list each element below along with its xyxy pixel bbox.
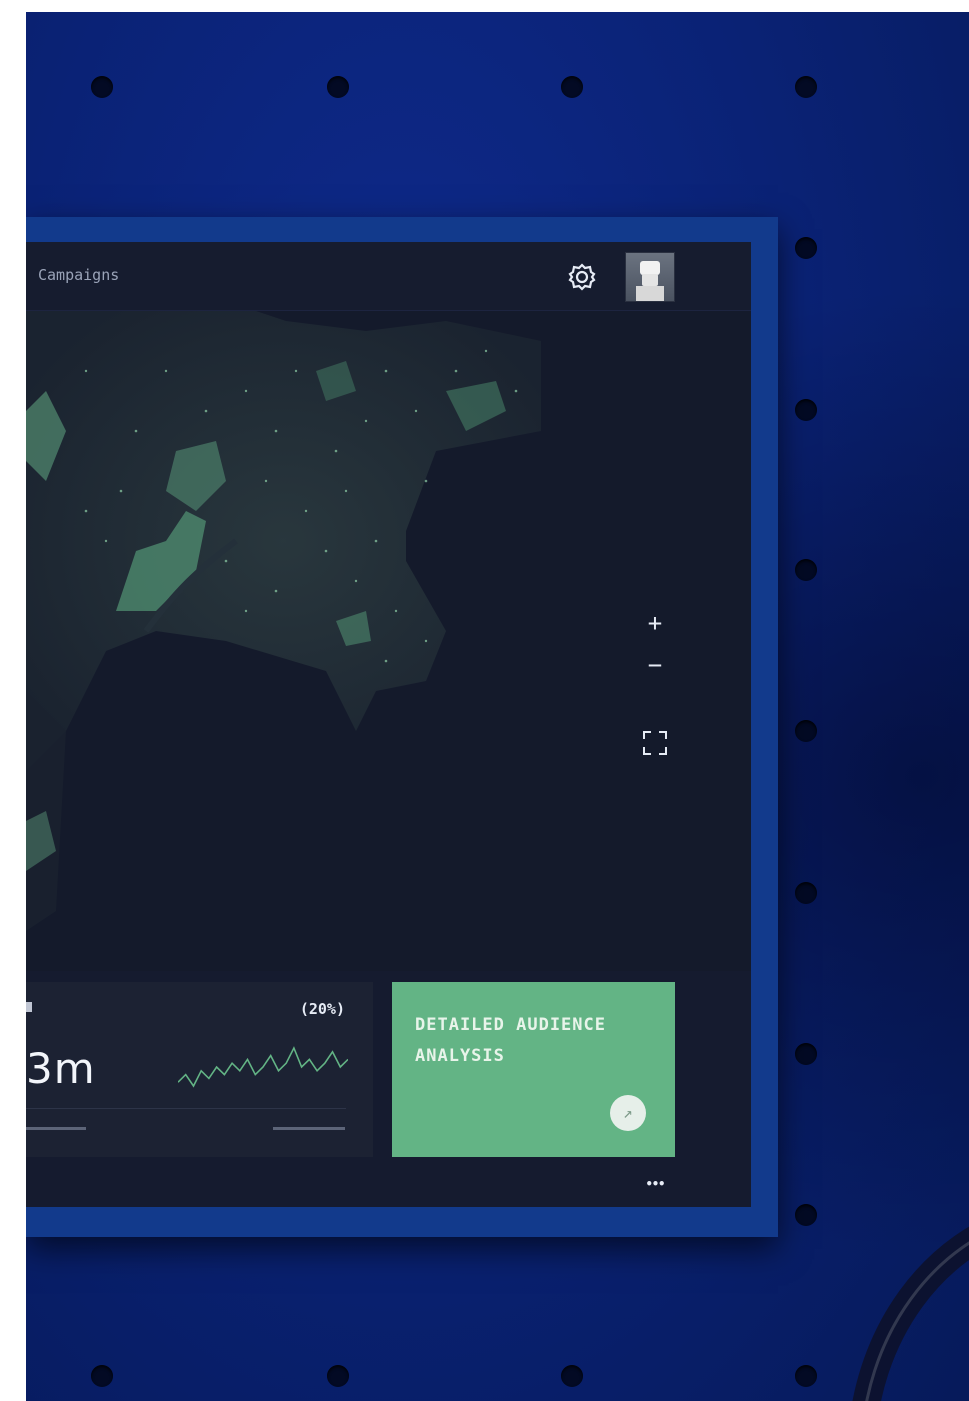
stat-percent: (20%) (299, 1000, 345, 1018)
peg-hole (327, 76, 349, 98)
audience-card-title: DETAILED AUDIENCE ANALYSIS (415, 1015, 606, 1066)
peg-hole (795, 559, 817, 581)
peg-hole (561, 76, 583, 98)
peg-hole (91, 76, 113, 98)
peg-hole (561, 1365, 583, 1387)
peg-hole (795, 237, 817, 259)
peg-hole (795, 720, 817, 742)
headset (852, 1226, 969, 1401)
more-icon[interactable]: ••• (640, 1169, 670, 1199)
avatar[interactable] (625, 252, 675, 302)
dashboard-screen: Campaigns + − ••• (20%) 3m DETAILED AUDI… (26, 242, 751, 1207)
footer-label-left (26, 1126, 86, 1134)
peg-hole (795, 1204, 817, 1226)
arrow-icon[interactable]: ↗ (610, 1095, 646, 1131)
detailed-audience-analysis-card[interactable]: DETAILED AUDIENCE ANALYSIS ↗ (392, 982, 675, 1157)
stat-value: 3m (26, 1044, 96, 1093)
zoom-in-icon[interactable]: + (640, 608, 670, 638)
top-bar: Campaigns (26, 242, 751, 311)
fullscreen-icon[interactable] (640, 728, 670, 758)
peg-hole (795, 76, 817, 98)
map-canvas (26, 311, 541, 931)
peg-hole (795, 1365, 817, 1387)
pegboard-wall: Campaigns + − ••• (20%) 3m DETAILED AUDI… (26, 12, 969, 1401)
map-view[interactable]: + − ••• (26, 311, 751, 1191)
divider (26, 1108, 346, 1109)
peg-hole (795, 399, 817, 421)
peg-hole (91, 1365, 113, 1387)
gear-icon[interactable] (567, 262, 597, 292)
peg-hole (327, 1365, 349, 1387)
zoom-out-icon[interactable]: − (640, 650, 670, 680)
peg-hole (795, 1043, 817, 1065)
peg-hole (795, 882, 817, 904)
breadcrumb-campaigns[interactable]: Campaigns (38, 266, 119, 284)
monitor-frame: Campaigns + − ••• (20%) 3m DETAILED AUDI… (26, 217, 778, 1237)
stat-label-fragment (26, 1002, 32, 1012)
sparkline-path (178, 1046, 348, 1088)
stat-card: (20%) 3m (26, 982, 373, 1157)
footer-label-right (273, 1126, 345, 1134)
trend-sparkline (178, 1046, 348, 1088)
